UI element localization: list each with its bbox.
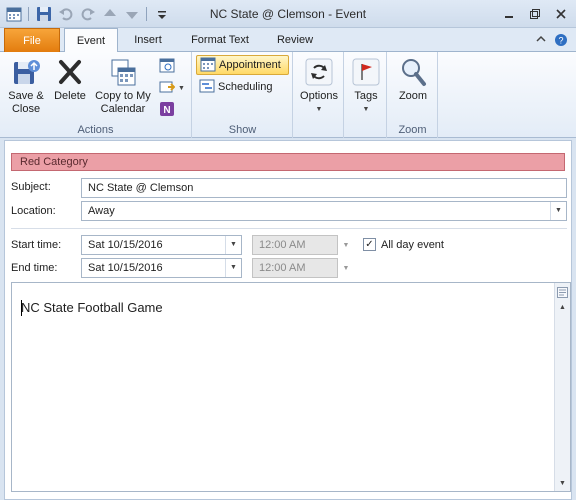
save-close-button[interactable]: Save & Close bbox=[4, 56, 48, 116]
subject-field[interactable]: NC State @ Clemson bbox=[81, 178, 567, 198]
options-dropdown-icon: ▼ bbox=[315, 106, 323, 113]
delete-button[interactable]: Delete bbox=[50, 56, 90, 103]
tab-review[interactable]: Review bbox=[268, 28, 322, 52]
minimize-ribbon-icon[interactable] bbox=[536, 33, 546, 50]
ribbon-controls: ? bbox=[536, 33, 568, 50]
options-group: Options ▼ bbox=[294, 52, 344, 138]
zoom-label: Zoom bbox=[398, 90, 428, 102]
forward-icon bbox=[159, 79, 176, 98]
tab-format-text[interactable]: Format Text bbox=[180, 28, 260, 52]
ribbon: Save & Close Delete Copy to My Calendar … bbox=[0, 52, 576, 138]
tags-dropdown-icon: ▼ bbox=[362, 106, 370, 113]
tab-file[interactable]: File bbox=[4, 28, 60, 52]
end-time-dropdown-icon: ▼ bbox=[342, 264, 350, 272]
zoom-button[interactable]: Zoom bbox=[392, 56, 434, 103]
body-text: NC State Football Game bbox=[21, 300, 163, 315]
dropdown-arrow-icon: ▼ bbox=[178, 84, 185, 92]
options-button[interactable]: Options ▼ bbox=[298, 56, 340, 116]
appointment-button[interactable]: Appointment bbox=[196, 55, 289, 75]
calendar-view-icon bbox=[159, 57, 175, 76]
end-time-label: End time: bbox=[11, 262, 58, 274]
start-date-dropdown-icon[interactable]: ▼ bbox=[225, 236, 241, 254]
scheduling-label: Scheduling bbox=[218, 81, 273, 93]
show-group-label: Show bbox=[228, 124, 257, 136]
start-time-dropdown-icon: ▼ bbox=[342, 241, 350, 249]
start-date-field[interactable]: Sat 10/15/2016 ▼ bbox=[81, 235, 242, 255]
start-time-field: 12:00 AM bbox=[252, 235, 338, 255]
all-day-label: All day event bbox=[381, 239, 444, 251]
category-bar: Red Category bbox=[11, 153, 565, 171]
actions-group-label: Actions bbox=[77, 124, 114, 136]
zoom-group-label: Zoom bbox=[398, 124, 427, 136]
ruler-toggle-icon[interactable] bbox=[555, 285, 570, 300]
actions-group: Save & Close Delete Copy to My Calendar … bbox=[0, 52, 192, 138]
onenote-button[interactable]: N bbox=[156, 100, 178, 120]
appointment-icon bbox=[200, 56, 216, 75]
vertical-scrollbar[interactable]: ▲ ▼ bbox=[554, 283, 570, 491]
scheduling-button[interactable]: Scheduling bbox=[196, 77, 275, 97]
zoom-group: Zoom Zoom bbox=[388, 52, 438, 138]
save-close-icon bbox=[10, 56, 42, 88]
location-label: Location: bbox=[11, 205, 56, 217]
help-icon[interactable]: ? bbox=[554, 33, 568, 50]
window-title: NC State @ Clemson - Event bbox=[209, 7, 367, 21]
restore-icon[interactable] bbox=[526, 6, 544, 22]
location-value: Away bbox=[88, 205, 115, 217]
save-close-label: Save & Close bbox=[8, 90, 44, 115]
svg-text:?: ? bbox=[558, 36, 563, 46]
title-bar: NC State @ Clemson - Event bbox=[0, 0, 576, 28]
end-time-field: 12:00 AM bbox=[252, 258, 338, 278]
options-label: Options bbox=[300, 90, 338, 102]
end-date-value: Sat 10/15/2016 bbox=[88, 262, 163, 274]
location-dropdown-icon[interactable]: ▼ bbox=[550, 202, 566, 220]
tags-label: Tags bbox=[354, 90, 378, 102]
event-form: Red Category Subject: NC State @ Clemson… bbox=[4, 140, 572, 500]
calendar-view-button[interactable] bbox=[156, 56, 178, 76]
window-controls bbox=[500, 6, 570, 22]
start-date-value: Sat 10/15/2016 bbox=[88, 239, 163, 251]
end-date-dropdown-icon[interactable]: ▼ bbox=[225, 259, 241, 277]
scheduling-icon bbox=[199, 78, 215, 97]
appointment-label: Appointment bbox=[219, 59, 281, 71]
subject-label: Subject: bbox=[11, 181, 51, 193]
all-day-checkbox[interactable]: ✓ bbox=[363, 238, 376, 251]
onenote-icon: N bbox=[159, 101, 175, 120]
svg-text:N: N bbox=[163, 105, 170, 116]
forward-button[interactable]: ▼ bbox=[156, 78, 188, 98]
delete-label: Delete bbox=[54, 90, 86, 102]
copy-calendar-label: Copy to My Calendar bbox=[95, 90, 151, 115]
recurrence-icon bbox=[303, 56, 335, 88]
scroll-up-icon[interactable]: ▲ bbox=[555, 300, 570, 315]
minimize-icon[interactable] bbox=[500, 6, 518, 22]
tab-event[interactable]: Event bbox=[64, 28, 118, 53]
copy-calendar-icon bbox=[107, 56, 139, 88]
tab-insert[interactable]: Insert bbox=[124, 28, 172, 52]
delete-icon bbox=[54, 56, 86, 88]
end-date-field[interactable]: Sat 10/15/2016 ▼ bbox=[81, 258, 242, 278]
tags-button[interactable]: Tags ▼ bbox=[347, 56, 385, 116]
tags-group: Tags ▼ bbox=[345, 52, 387, 138]
form-divider bbox=[11, 228, 567, 229]
show-group: Appointment Scheduling Show bbox=[193, 52, 293, 138]
magnifier-icon bbox=[397, 56, 429, 88]
ribbon-tab-row: File Event Insert Format Text Review ? bbox=[0, 28, 576, 53]
scroll-down-icon[interactable]: ▼ bbox=[555, 476, 570, 491]
close-icon[interactable] bbox=[552, 6, 570, 22]
location-field[interactable]: Away ▼ bbox=[81, 201, 567, 221]
event-body-editor[interactable]: NC State Football Game ▲ ▼ bbox=[11, 282, 571, 492]
copy-to-calendar-button[interactable]: Copy to My Calendar bbox=[92, 56, 154, 116]
flag-icon bbox=[350, 56, 382, 88]
start-time-label: Start time: bbox=[11, 239, 62, 251]
